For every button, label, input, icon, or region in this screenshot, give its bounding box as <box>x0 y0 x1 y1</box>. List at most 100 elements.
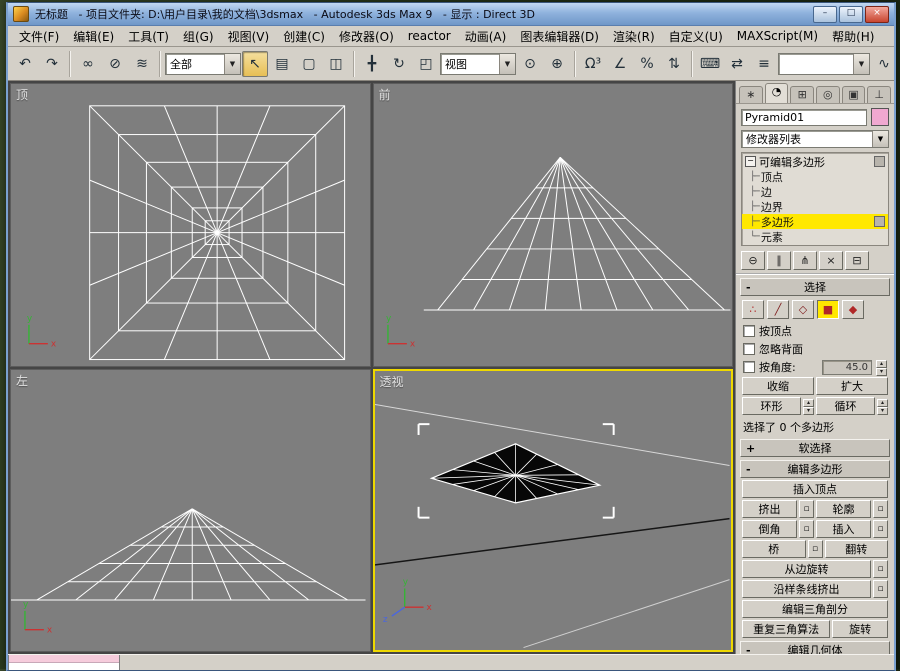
minimize-button[interactable]: – <box>813 6 837 23</box>
angle-snap-icon[interactable]: ∠ <box>607 51 633 77</box>
close-button[interactable]: × <box>865 6 889 23</box>
menubar-9[interactable]: 图表编辑器(D) <box>513 26 606 47</box>
collapse-icon[interactable]: − <box>745 156 756 167</box>
ignore-backfacing-checkbox[interactable]: 忽略背面 <box>743 341 803 357</box>
stack-item-element[interactable]: 元素 <box>742 229 888 244</box>
rollout-edit-geometry-header[interactable]: - 编辑几何体 <box>740 641 890 654</box>
mirror-icon[interactable]: ⇄ <box>724 51 750 77</box>
shrink-button[interactable]: 收缩 <box>742 377 814 395</box>
menubar-4[interactable]: 视图(V) <box>221 26 277 47</box>
chevron-down-icon[interactable]: ▼ <box>853 54 869 74</box>
configure-modifier-sets-icon[interactable]: ⊟ <box>845 251 869 270</box>
select-object-icon[interactable]: ↖ <box>242 51 268 77</box>
stack-item-editable-poly[interactable]: − 可编辑多边形 <box>742 154 888 169</box>
extrude-settings-icon[interactable] <box>799 500 814 518</box>
remove-modifier-icon[interactable]: × <box>819 251 843 270</box>
spinner-down-icon[interactable]: ▾ <box>803 407 814 415</box>
use-pivot-center-icon[interactable]: ⊙ <box>517 51 543 77</box>
outline-settings-icon[interactable] <box>873 500 888 518</box>
snap-toggle-icon[interactable]: Ω³ <box>580 51 606 77</box>
menubar-3[interactable]: 组(G) <box>176 26 221 47</box>
menubar-0[interactable]: 文件(F) <box>12 26 66 47</box>
menubar-7[interactable]: reactor <box>401 27 458 45</box>
flip-button[interactable]: 翻转 <box>825 540 889 558</box>
vertex-mode-icon[interactable]: ∴ <box>742 300 764 319</box>
polygon-mode-icon[interactable]: ■ <box>817 300 839 319</box>
border-mode-icon[interactable]: ◇ <box>792 300 814 319</box>
rectangular-selection-region-icon[interactable]: ▢ <box>296 51 322 77</box>
viewport-perspective[interactable]: 透视 yxz <box>373 369 734 653</box>
create-tab[interactable]: ∗ <box>739 86 763 103</box>
insert-vertex-button[interactable]: 插入顶点 <box>742 480 888 498</box>
checkbox-icon[interactable] <box>743 325 755 337</box>
inset-settings-icon[interactable] <box>873 520 888 538</box>
menubar-13[interactable]: 帮助(H) <box>825 26 881 47</box>
turn-button[interactable]: 旋转 <box>832 620 888 638</box>
viewport-front[interactable]: 前 yx <box>373 83 734 367</box>
reference-coordinate-dropdown[interactable]: 视图▼ <box>440 53 516 75</box>
curve-editor-icon[interactable]: ∿ <box>871 51 897 77</box>
spinner-up-icon[interactable]: ▴ <box>876 360 887 368</box>
angle-value-field[interactable]: 45.0 <box>822 360 872 375</box>
loop-button[interactable]: 循环 <box>816 397 875 415</box>
menubar-10[interactable]: 渲染(R) <box>606 26 662 47</box>
modify-tab[interactable]: ◔ <box>765 83 789 103</box>
motion-tab[interactable]: ◎ <box>816 86 840 103</box>
select-and-scale-icon[interactable]: ◰ <box>413 51 439 77</box>
redo-icon[interactable]: ↷ <box>39 51 65 77</box>
retriangulate-button[interactable]: 重复三角算法 <box>742 620 830 638</box>
spinner-up-icon[interactable]: ▴ <box>877 399 888 407</box>
bridge-settings-icon[interactable] <box>808 540 823 558</box>
unlink-selection-icon[interactable]: ⊘ <box>102 51 128 77</box>
spinner-down-icon[interactable]: ▾ <box>877 407 888 415</box>
keyboard-shortcut-override-icon[interactable]: ⌨ <box>697 51 723 77</box>
chevron-down-icon[interactable]: ▼ <box>224 54 240 74</box>
align-icon[interactable]: ≡ <box>751 51 777 77</box>
titlebar[interactable]: 无标题 - 项目文件夹: D:\用户目录\我的文档\3dsmax - Autod… <box>8 3 894 26</box>
rollout-soft-selection-header[interactable]: + 软选择 <box>740 439 890 457</box>
hinge-from-edge-button[interactable]: 从边旋转 <box>742 560 871 578</box>
ring-button[interactable]: 环形 <box>742 397 801 415</box>
menubar-12[interactable]: MAXScript(M) <box>730 27 825 45</box>
spinner-up-icon[interactable]: ▴ <box>803 399 814 407</box>
stack-item-edge[interactable]: 边 <box>742 184 888 199</box>
viewport-left[interactable]: 左 yx <box>10 369 371 653</box>
edge-mode-icon[interactable]: ╱ <box>767 300 789 319</box>
object-name-input[interactable]: Pyramid01 <box>741 109 867 126</box>
angle-spinner[interactable]: ▴▾ <box>876 360 887 375</box>
bridge-button[interactable]: 桥 <box>742 540 806 558</box>
hierarchy-tab[interactable]: ⊞ <box>790 86 814 103</box>
object-color-swatch[interactable] <box>871 108 889 126</box>
window-crossing-icon[interactable]: ◫ <box>323 51 349 77</box>
pin-stack-icon[interactable]: ⊖ <box>741 251 765 270</box>
by-angle-checkbox[interactable]: 按角度: <box>743 359 796 375</box>
select-and-manipulate-icon[interactable]: ⊕ <box>544 51 570 77</box>
stack-item-border[interactable]: 边界 <box>742 199 888 214</box>
loop-spinner[interactable]: ▴▾ <box>877 399 888 414</box>
bind-to-space-warp-icon[interactable]: ≋ <box>129 51 155 77</box>
select-and-rotate-icon[interactable]: ↻ <box>386 51 412 77</box>
outline-button[interactable]: 轮廓 <box>816 500 871 518</box>
menubar-1[interactable]: 编辑(E) <box>66 26 121 47</box>
extrude-along-spline-settings-icon[interactable] <box>873 580 888 598</box>
maxscript-mini-listener[interactable] <box>8 655 120 670</box>
spinner-snap-icon[interactable]: ⇅ <box>661 51 687 77</box>
stack-item-polygon[interactable]: 多边形 <box>742 214 888 229</box>
menubar-11[interactable]: 自定义(U) <box>662 26 730 47</box>
grow-button[interactable]: 扩大 <box>816 377 888 395</box>
rollout-selection-header[interactable]: - 选择 <box>740 278 890 296</box>
display-tab[interactable]: ▣ <box>842 86 866 103</box>
stack-item-vertex[interactable]: 顶点 <box>742 169 888 184</box>
chevron-down-icon[interactable]: ▼ <box>499 54 515 74</box>
inset-button[interactable]: 插入 <box>816 520 871 538</box>
viewport-top[interactable]: 顶 yx <box>10 83 371 367</box>
select-by-name-icon[interactable]: ▤ <box>269 51 295 77</box>
selection-filter-dropdown[interactable]: 全部▼ <box>165 53 241 75</box>
element-mode-icon[interactable]: ◆ <box>842 300 864 319</box>
make-unique-icon[interactable]: ⋔ <box>793 251 817 270</box>
menubar-2[interactable]: 工具(T) <box>121 26 176 47</box>
by-vertex-checkbox[interactable]: 按顶点 <box>743 323 792 339</box>
undo-icon[interactable]: ↶ <box>12 51 38 77</box>
select-and-move-icon[interactable]: ╋ <box>359 51 385 77</box>
bevel-button[interactable]: 倒角 <box>742 520 797 538</box>
